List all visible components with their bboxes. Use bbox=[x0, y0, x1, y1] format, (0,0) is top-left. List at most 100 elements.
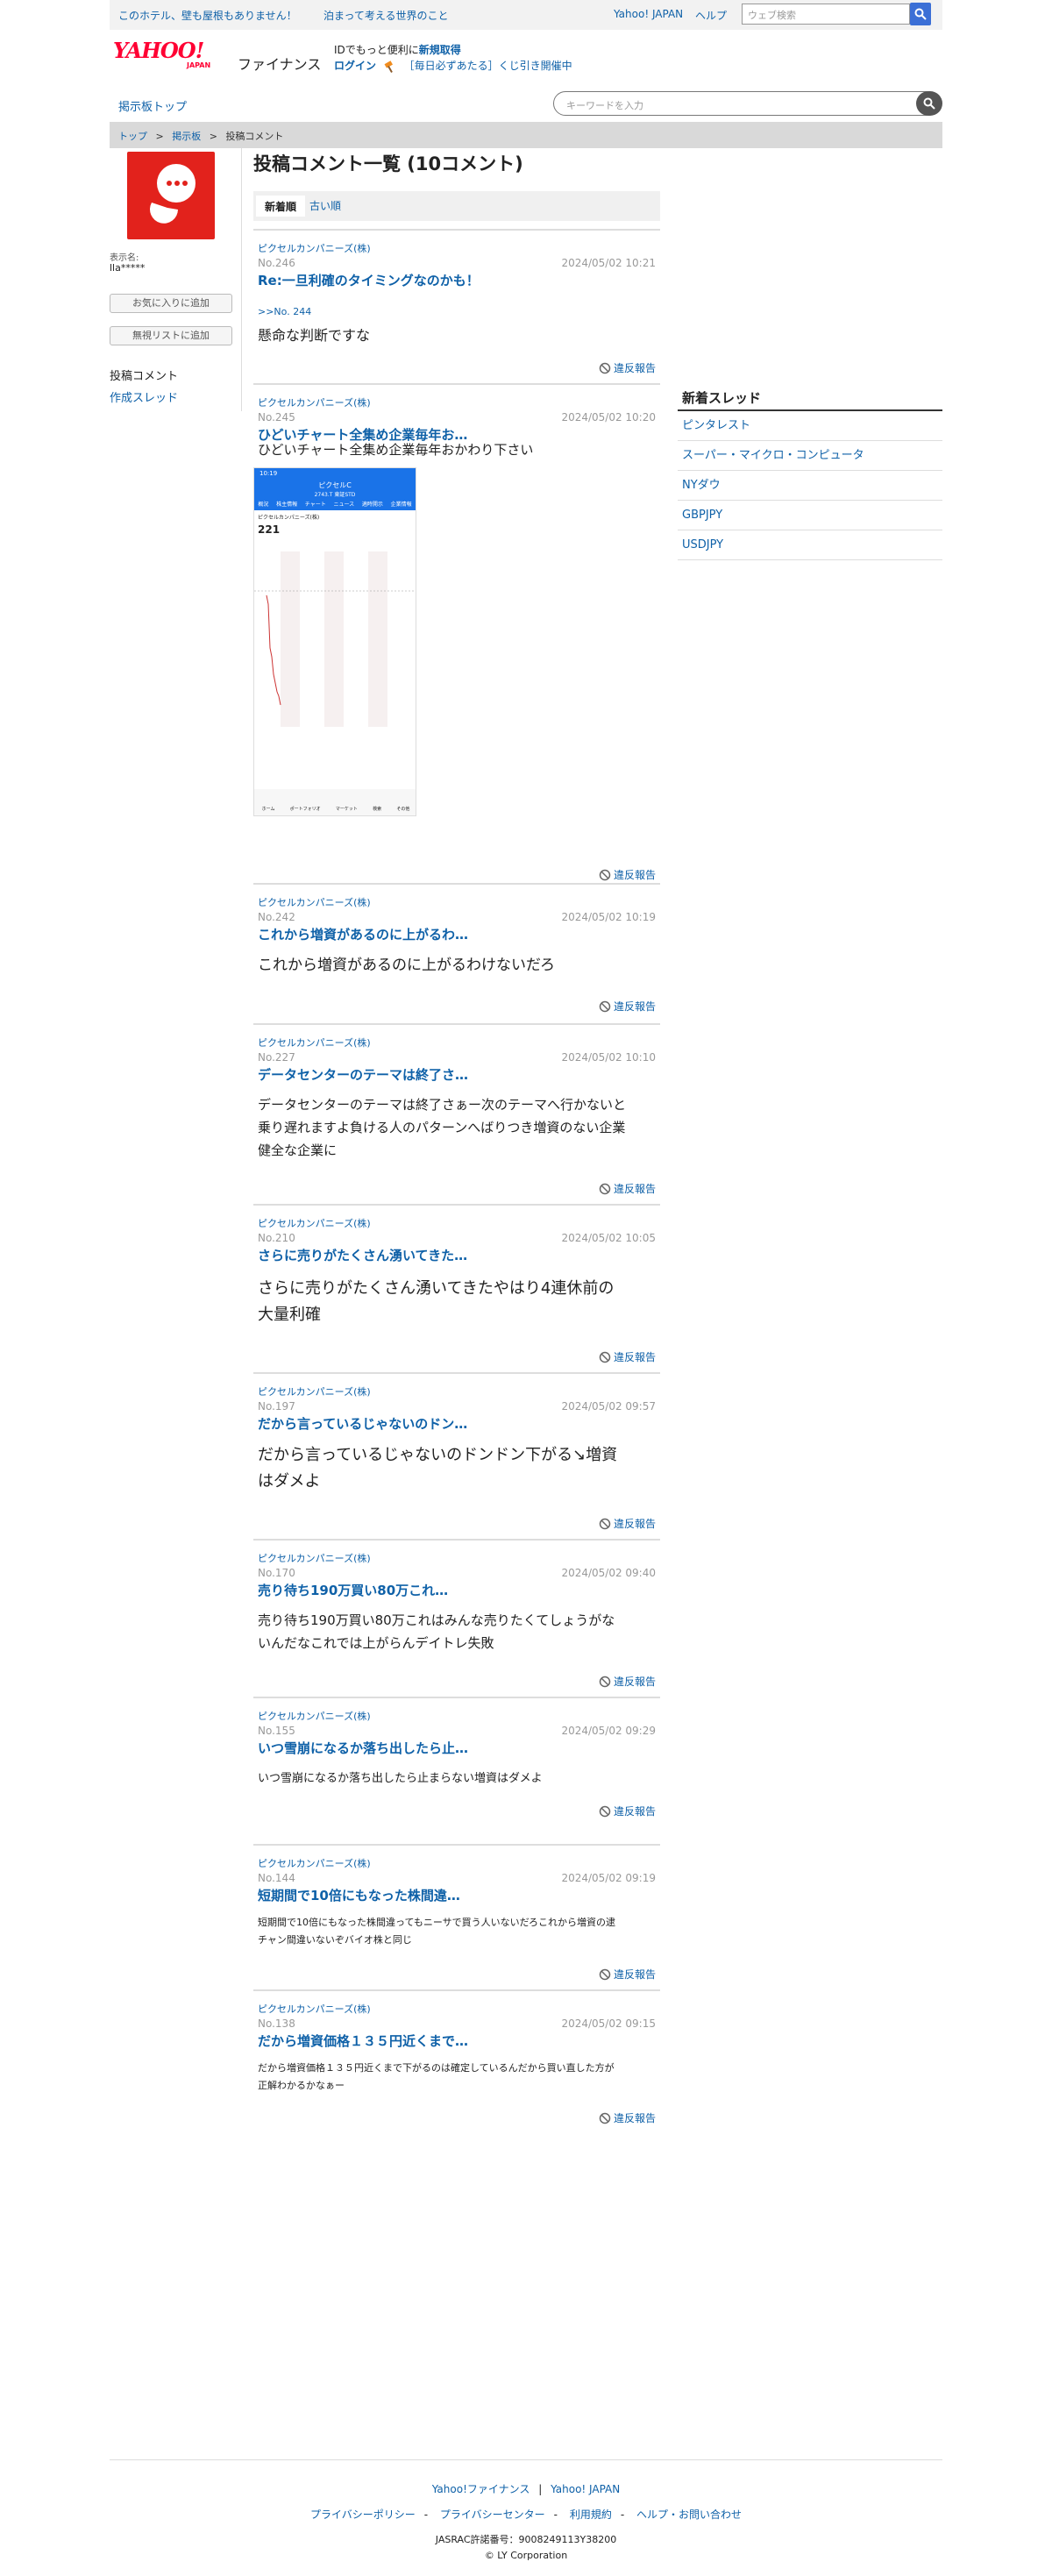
attached-screenshot[interactable]: 10:19 ピクセルC 2743.T 東証STD 概況 株主情報 チャート ニュース 適時… bbox=[253, 467, 416, 816]
comment-item: ピクセルカンパニーズ(株) No.227 2024/05/02 10:10 デー… bbox=[253, 1023, 660, 1204]
signup-link[interactable]: 新規取得 bbox=[419, 44, 461, 56]
login-link[interactable]: ログイン bbox=[334, 60, 376, 72]
company-link[interactable]: ピクセルカンパニーズ(株) bbox=[258, 1709, 371, 1723]
report-label: 違反報告 bbox=[613, 1676, 656, 1688]
footer-privacy-link[interactable]: プライバシーポリシー bbox=[310, 2508, 416, 2521]
company-link[interactable]: ピクセルカンパニーズ(株) bbox=[258, 1856, 371, 1870]
footer-sep: - bbox=[620, 2508, 625, 2521]
phone-tab: ニュース bbox=[333, 502, 355, 508]
comment-title[interactable]: 短期間で10倍にもなった株間違… bbox=[258, 1886, 460, 1904]
company-link[interactable]: ピクセルカンパニーズ(株) bbox=[258, 1384, 371, 1398]
thread-link[interactable]: USDJPY bbox=[678, 530, 942, 560]
report-icon bbox=[599, 1000, 611, 1012]
company-link[interactable]: ピクセルカンパニーズ(株) bbox=[258, 2002, 371, 2016]
footer-sep: - bbox=[553, 2508, 558, 2521]
threads-link[interactable]: 作成スレッド bbox=[110, 388, 178, 405]
comment-date: 2024/05/02 10:19 bbox=[561, 911, 656, 923]
breadcrumb-board[interactable]: 掲示板 bbox=[172, 131, 201, 142]
footer-privacy-center-link[interactable]: プライバシーセンター bbox=[440, 2508, 545, 2521]
company-link[interactable]: ピクセルカンパニーズ(株) bbox=[258, 395, 371, 409]
comment-title[interactable]: Re:一旦利確のタイミングなのかも！ bbox=[258, 271, 480, 289]
phone-tabs: 概況 株主情報 チャート ニュース 適時開示 企業情報 bbox=[254, 500, 416, 510]
comment-title[interactable]: さらに売りがたくさん湧いてきた… bbox=[258, 1246, 467, 1264]
company-link[interactable]: ピクセルカンパニーズ(株) bbox=[258, 1035, 371, 1050]
thread-link[interactable]: NYダウ bbox=[678, 471, 942, 501]
comment-body: 売り待ち190万買い80万これはみんな売りたくてしょうがな いんだなこれでは上が… bbox=[258, 1612, 615, 1651]
footer-yahoo-link[interactable]: Yahoo! JAPAN bbox=[551, 2483, 620, 2495]
thread-link[interactable]: GBPJPY bbox=[678, 501, 942, 530]
comment-body: さらに売りがたくさん湧いてきたやはり4連休前の 大量利確 bbox=[258, 1279, 615, 1324]
board-top-link[interactable]: 掲示板トップ bbox=[118, 97, 187, 114]
add-ignore-button[interactable]: 無視リストに追加 bbox=[110, 326, 232, 345]
comment-list: 投稿コメント一覧 (10コメント) 新着順 古い順 ピクセルカンパニーズ(株) … bbox=[253, 152, 660, 2124]
comment-date: 2024/05/02 09:15 bbox=[561, 2017, 656, 2030]
company-link[interactable]: ピクセルカンパニーズ(株) bbox=[258, 241, 371, 255]
footer-finance-link[interactable]: Yahoo!ファイナンス bbox=[432, 2483, 530, 2495]
report-link[interactable]: 違反報告 bbox=[599, 999, 656, 1014]
web-search-input[interactable]: ウェブ検索 bbox=[742, 4, 910, 25]
comment-title[interactable]: だから増資価格１３５円近くまで… bbox=[258, 2032, 468, 2050]
phone-nav-item: マーケット bbox=[335, 807, 358, 812]
footer: Yahoo!ファイナンス | Yahoo! JAPAN プライバシーポリシー - … bbox=[110, 2459, 942, 2561]
report-link[interactable]: 違反報告 bbox=[599, 2110, 656, 2125]
top-bar: このホテル、壁も屋根もありません！ 泊まって考える世界のこと Yahoo! JA… bbox=[110, 0, 942, 30]
report-label: 違反報告 bbox=[613, 1183, 656, 1195]
promo-link[interactable]: このホテル、壁も屋根もありません！ bbox=[118, 8, 297, 23]
breadcrumb-top[interactable]: トップ bbox=[118, 131, 147, 142]
phone-company: ピクセルカンパニーズ(株) bbox=[258, 515, 320, 521]
report-icon bbox=[599, 1805, 611, 1817]
footer-terms-link[interactable]: 利用規約 bbox=[570, 2508, 612, 2521]
report-label: 違反報告 bbox=[613, 1000, 656, 1013]
keyword-search-button[interactable] bbox=[916, 91, 942, 116]
campaign-link[interactable]: ［毎日必ずあたる］くじ引き開催中 bbox=[404, 60, 572, 72]
comment-date: 2024/05/02 09:19 bbox=[561, 1872, 656, 1884]
help-link[interactable]: ヘルプ bbox=[695, 8, 727, 23]
header: YAHOO! JAPAN ファイナンス IDでもっと便利に新規取得 ログイン ［… bbox=[110, 30, 942, 82]
footer-sep: - bbox=[423, 2508, 429, 2521]
comment-number: No.227 bbox=[258, 1051, 295, 1064]
thread-link[interactable]: ピンタレスト bbox=[678, 411, 942, 441]
comment-body: データセンターのテーマは終了さぁー次のテーマへ行かないと 乗り遅れますよ負ける人… bbox=[258, 1097, 627, 1158]
company-link[interactable]: ピクセルカンパニーズ(株) bbox=[258, 895, 371, 909]
phone-header: ピクセルC 2743.T 東証STD bbox=[254, 480, 416, 500]
tab-newest[interactable]: 新着順 bbox=[255, 195, 307, 217]
phone-price: 221 bbox=[258, 523, 281, 536]
company-link[interactable]: ピクセルカンパニーズ(株) bbox=[258, 1216, 371, 1230]
report-link[interactable]: 違反報告 bbox=[599, 1804, 656, 1818]
comment-title[interactable]: だから言っているじゃないのドン… bbox=[258, 1414, 467, 1433]
company-link[interactable]: ピクセルカンパニーズ(株) bbox=[258, 1551, 371, 1565]
comment-body: だから言っているじゃないのドンドン下がる↘増資 はダメよ bbox=[258, 1446, 618, 1491]
promo-link-2[interactable]: 泊まって考える世界のこと bbox=[323, 8, 449, 23]
report-link[interactable]: 違反報告 bbox=[599, 867, 656, 882]
report-link[interactable]: 違反報告 bbox=[599, 1967, 656, 1982]
display-name-label: 表示名: bbox=[110, 253, 139, 263]
report-link[interactable]: 違反報告 bbox=[599, 1516, 656, 1531]
comment-date: 2024/05/02 10:20 bbox=[561, 411, 656, 423]
report-link[interactable]: 違反報告 bbox=[599, 360, 656, 375]
reply-link[interactable]: >>No. 244 bbox=[258, 306, 311, 317]
yahoo-finance-logo[interactable]: YAHOO! JAPAN ファイナンス bbox=[113, 40, 321, 75]
comment-title[interactable]: データセンターのテーマは終了さ… bbox=[258, 1065, 468, 1084]
comment-title[interactable]: これから増資があるのに上がるわ… bbox=[258, 925, 468, 943]
comment-body: 短期間で10倍にもなった株間違ってもニーサで買う人いないだろこれから増資の逮 チ… bbox=[258, 1917, 616, 1946]
footer-sep: | bbox=[538, 2483, 543, 2495]
login-message: IDでもっと便利に新規取得 ログイン ［毎日必ずあたる］くじ引き開催中 bbox=[334, 42, 572, 74]
comment-number: No.246 bbox=[258, 257, 295, 269]
comment-date: 2024/05/02 09:40 bbox=[561, 1567, 656, 1579]
report-link[interactable]: 違反報告 bbox=[599, 1349, 656, 1364]
comment-item: ピクセルカンパニーズ(株) No.210 2024/05/02 10:05 さら… bbox=[253, 1204, 660, 1372]
comment-item: ピクセルカンパニーズ(株) No.144 2024/05/02 09:19 短期… bbox=[253, 1844, 660, 1989]
web-search-button[interactable] bbox=[910, 3, 931, 25]
keyword-search-input[interactable]: キーワードを入力 bbox=[553, 91, 939, 116]
tab-oldest[interactable]: 古い順 bbox=[301, 191, 350, 221]
footer-help-link[interactable]: ヘルプ・お問い合わせ bbox=[636, 2508, 742, 2521]
copyright: © LY Corporation bbox=[484, 2550, 568, 2561]
comment-title[interactable]: いつ雪崩になるか落ち出したら止… bbox=[258, 1739, 468, 1757]
comment-title[interactable]: 売り待ち190万買い80万これ… bbox=[258, 1581, 448, 1599]
add-favorite-button[interactable]: お気に入りに追加 bbox=[110, 294, 232, 313]
yahoo-japan-link[interactable]: Yahoo! JAPAN bbox=[614, 8, 683, 20]
report-link[interactable]: 違反報告 bbox=[599, 1181, 656, 1196]
thread-link[interactable]: スーパー・マイクロ・コンピュータ bbox=[678, 441, 942, 471]
report-link[interactable]: 違反報告 bbox=[599, 1674, 656, 1689]
stock-code: 2743.T 東証STD bbox=[314, 492, 356, 498]
